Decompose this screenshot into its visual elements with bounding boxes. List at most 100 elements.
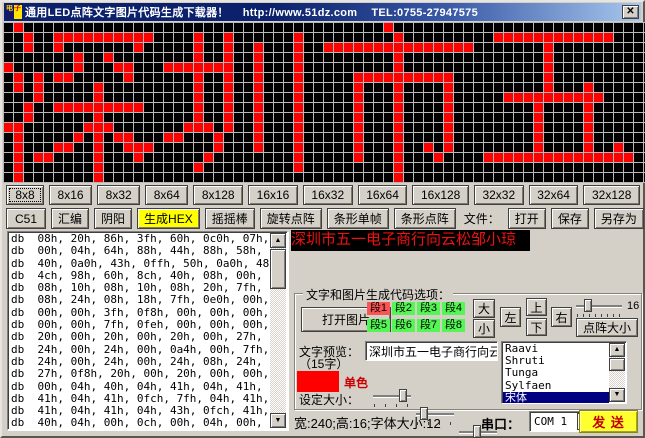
led-dot-off[interactable]: [124, 113, 134, 123]
led-dot-off[interactable]: [224, 163, 234, 173]
file-button-另存为[interactable]: 另存为: [594, 208, 644, 229]
led-dot-on[interactable]: [424, 143, 434, 153]
led-dot-on[interactable]: [544, 153, 554, 163]
led-dot-off[interactable]: [204, 33, 214, 43]
led-dot-on[interactable]: [404, 43, 414, 53]
led-dot-off[interactable]: [474, 173, 484, 183]
led-dot-off[interactable]: [454, 23, 464, 33]
led-dot-on[interactable]: [94, 143, 104, 153]
led-dot-on[interactable]: [174, 133, 184, 143]
led-dot-on[interactable]: [14, 173, 24, 183]
led-dot-off[interactable]: [414, 113, 424, 123]
led-dot-off[interactable]: [74, 163, 84, 173]
led-dot-off[interactable]: [44, 23, 54, 33]
led-dot-on[interactable]: [564, 93, 574, 103]
led-dot-on[interactable]: [504, 33, 514, 43]
led-dot-off[interactable]: [284, 113, 294, 123]
led-dot-off[interactable]: [254, 33, 264, 43]
led-dot-on[interactable]: [574, 33, 584, 43]
led-dot-off[interactable]: [524, 73, 534, 83]
led-dot-off[interactable]: [424, 113, 434, 123]
led-dot-on[interactable]: [394, 133, 404, 143]
led-dot-off[interactable]: [604, 53, 614, 63]
led-dot-off[interactable]: [504, 63, 514, 73]
led-dot-off[interactable]: [304, 43, 314, 53]
led-dot-off[interactable]: [384, 103, 394, 113]
led-dot-off[interactable]: [164, 123, 174, 133]
led-dot-off[interactable]: [444, 23, 454, 33]
led-dot-off[interactable]: [464, 33, 474, 43]
led-dot-off[interactable]: [204, 143, 214, 153]
led-dot-off[interactable]: [74, 173, 84, 183]
led-dot-off[interactable]: [254, 173, 264, 183]
led-dot-off[interactable]: [234, 33, 244, 43]
led-dot-off[interactable]: [84, 23, 94, 33]
led-dot-on[interactable]: [14, 73, 24, 83]
led-dot-off[interactable]: [264, 33, 274, 43]
led-dot-off[interactable]: [34, 53, 44, 63]
led-dot-off[interactable]: [464, 23, 474, 33]
led-dot-off[interactable]: [274, 33, 284, 43]
led-dot-on[interactable]: [384, 43, 394, 53]
led-dot-off[interactable]: [434, 93, 444, 103]
led-dot-off[interactable]: [524, 63, 534, 73]
led-dot-off[interactable]: [474, 123, 484, 133]
led-dot-on[interactable]: [584, 113, 594, 123]
led-dot-off[interactable]: [314, 63, 324, 73]
led-dot-on[interactable]: [544, 43, 554, 53]
led-dot-on[interactable]: [184, 123, 194, 133]
led-dot-off[interactable]: [214, 43, 224, 53]
led-dot-off[interactable]: [364, 83, 374, 93]
led-dot-off[interactable]: [304, 53, 314, 63]
led-dot-off[interactable]: [254, 23, 264, 33]
led-dot-off[interactable]: [334, 93, 344, 103]
led-dot-off[interactable]: [604, 83, 614, 93]
led-dot-off[interactable]: [604, 63, 614, 73]
led-dot-off[interactable]: [4, 73, 14, 83]
led-dot-off[interactable]: [414, 33, 424, 43]
led-dot-off[interactable]: [494, 53, 504, 63]
led-dot-on[interactable]: [24, 113, 34, 123]
led-dot-off[interactable]: [504, 23, 514, 33]
led-dot-off[interactable]: [554, 113, 564, 123]
led-dot-off[interactable]: [144, 163, 154, 173]
led-dot-off[interactable]: [274, 123, 284, 133]
led-dot-off[interactable]: [324, 83, 334, 93]
led-dot-off[interactable]: [564, 83, 574, 93]
led-dot-on[interactable]: [584, 83, 594, 93]
led-dot-off[interactable]: [184, 83, 194, 93]
led-dot-off[interactable]: [204, 53, 214, 63]
led-dot-off[interactable]: [374, 33, 384, 43]
led-dot-off[interactable]: [274, 173, 284, 183]
led-dot-on[interactable]: [74, 53, 84, 63]
led-dot-off[interactable]: [364, 173, 374, 183]
font-list-scrollbar[interactable]: ▲ ▼: [609, 343, 625, 402]
led-dot-on[interactable]: [224, 93, 234, 103]
led-dot-off[interactable]: [384, 163, 394, 173]
led-dot-off[interactable]: [324, 123, 334, 133]
led-dot-off[interactable]: [154, 103, 164, 113]
led-dot-on[interactable]: [14, 23, 24, 33]
led-dot-off[interactable]: [374, 83, 384, 93]
led-dot-off[interactable]: [634, 133, 644, 143]
led-dot-off[interactable]: [34, 43, 44, 53]
led-dot-off[interactable]: [604, 113, 614, 123]
led-dot-off[interactable]: [424, 123, 434, 133]
led-dot-off[interactable]: [84, 173, 94, 183]
led-dot-off[interactable]: [64, 163, 74, 173]
led-dot-off[interactable]: [304, 23, 314, 33]
led-dot-off[interactable]: [634, 113, 644, 123]
led-dot-off[interactable]: [594, 63, 604, 73]
led-dot-off[interactable]: [444, 163, 454, 173]
led-dot-off[interactable]: [164, 93, 174, 103]
led-dot-off[interactable]: [214, 123, 224, 133]
led-dot-off[interactable]: [244, 143, 254, 153]
led-dot-on[interactable]: [374, 43, 384, 53]
led-dot-off[interactable]: [324, 133, 334, 143]
led-dot-off[interactable]: [554, 43, 564, 53]
led-dot-on[interactable]: [14, 163, 24, 173]
led-dot-off[interactable]: [534, 53, 544, 63]
led-dot-off[interactable]: [144, 43, 154, 53]
led-dot-off[interactable]: [524, 83, 534, 93]
led-dot-off[interactable]: [414, 173, 424, 183]
